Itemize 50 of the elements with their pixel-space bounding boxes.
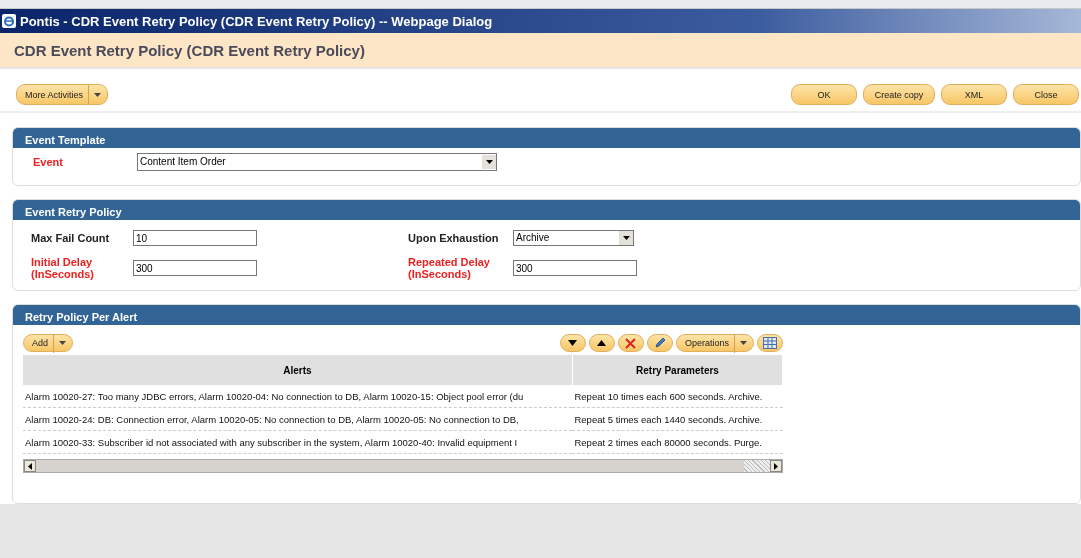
scroll-right-icon [774, 462, 778, 470]
more-activities-button[interactable]: More Activities [16, 84, 109, 105]
scroll-left-icon [28, 462, 32, 470]
caret-icon [94, 92, 102, 97]
horizontal-scrollbar[interactable] [23, 459, 783, 473]
table-cell: Alarm 10020-24: DB: Connection error, Alarm 10020-05: No connection to DB, Alarm 10020-05: No connection to DB, [23, 407, 573, 431]
triangle-down-icon [568, 340, 578, 346]
dropdown-arrow-icon [485, 160, 493, 164]
toolbar-button[interactable]: OK [791, 84, 857, 105]
table-cell: Alarm 10020-33: Subscriber id not associated with any subscriber in the system, Alarm 10020-40: Invalid equipment I [23, 430, 573, 454]
field-label: Initial Delay (InSeconds) [31, 256, 95, 280]
field-label: Repeated Delay (InSeconds) [408, 256, 491, 280]
dropdown-field[interactable]: Archive [513, 230, 634, 246]
input-field[interactable]: 300 [133, 260, 257, 276]
dropdown-arrow-icon [622, 236, 630, 240]
table-cell: Repeat 5 times each 1440 seconds. Archive. [572, 407, 783, 431]
columns-button[interactable] [757, 334, 783, 352]
section-header: Event Retry Policy [13, 200, 1080, 220]
delete-button[interactable] [617, 334, 644, 352]
event-dropdown[interactable]: Content Item Order [137, 153, 497, 171]
add-button[interactable]: Add [23, 334, 73, 352]
field-label: Event [33, 156, 64, 168]
close-icon [625, 337, 637, 349]
grid-icon [763, 337, 777, 349]
toolbar-button[interactable]: XML [941, 84, 1007, 105]
move-down-button[interactable] [559, 334, 586, 352]
section-header: Retry Policy Per Alert [13, 305, 1080, 325]
triangle-up-icon [597, 340, 607, 346]
table-cell: Repeat 2 times each 80000 seconds. Purge. [572, 430, 783, 454]
move-up-button[interactable] [588, 334, 615, 352]
edit-button[interactable] [646, 334, 673, 352]
caret-icon [740, 341, 747, 345]
toolbar-button[interactable]: Close [1013, 84, 1079, 105]
browser-icon [2, 14, 16, 28]
input-field[interactable]: 10 [133, 230, 257, 246]
resize-grip[interactable] [744, 460, 770, 472]
caret-icon [59, 341, 66, 345]
page-title: CDR Event Retry Policy (CDR Event Retry Policy) [14, 41, 365, 59]
table-cell: Repeat 10 times each 600 seconds. Archive. [572, 385, 783, 408]
toolbar-button[interactable]: Create copy [863, 84, 935, 105]
column-header: Alerts [23, 355, 573, 385]
pencil-icon [653, 337, 666, 349]
table-cell: Alarm 10020-27: Too many JDBC errors, Alarm 10020-04: No connection to DB, Alarm 10020-15: Object pool error (du [23, 385, 573, 408]
window-title: Pontis - CDR Event Retry Policy (CDR Event Retry Policy) -- Webpage Dialog [20, 13, 493, 29]
input-field[interactable]: 300 [513, 260, 637, 276]
field-label: Upon Exhaustion [408, 232, 500, 244]
section-header: Event Template [13, 128, 1080, 148]
column-header: Retry Parameters [572, 355, 783, 385]
operations-button[interactable]: Operations [675, 334, 754, 352]
field-label: Max Fail Count [31, 232, 111, 244]
